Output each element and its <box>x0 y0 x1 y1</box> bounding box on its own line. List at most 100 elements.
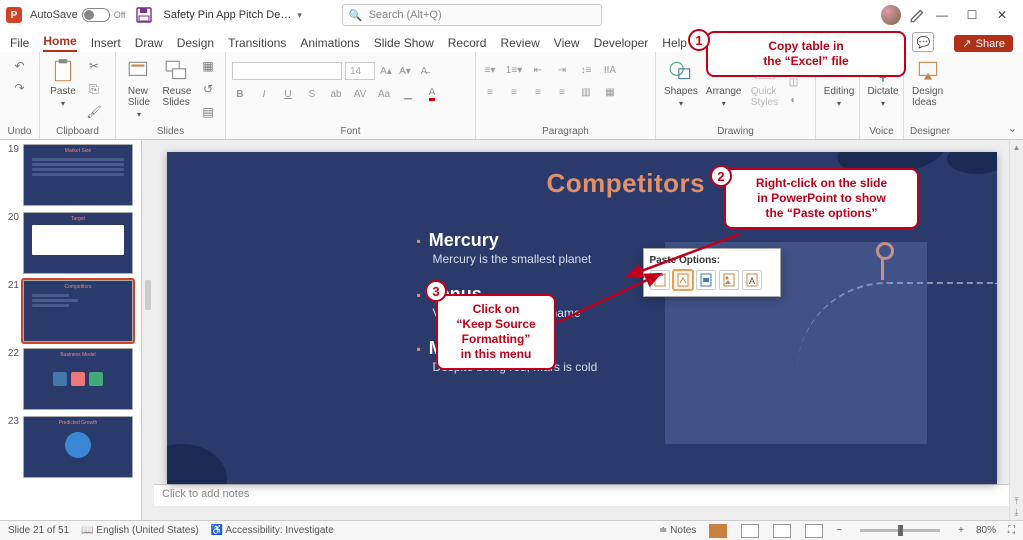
section-button[interactable]: ▤ <box>198 102 218 122</box>
tab-draw[interactable]: Draw <box>135 36 163 52</box>
indent-left-button[interactable]: ⇤ <box>530 62 546 78</box>
comments-button[interactable]: 💬 <box>912 32 934 52</box>
slide-thumbnails[interactable]: 19 Market Size 20 Target 21 Competitors … <box>0 140 142 520</box>
bullets-button[interactable]: ≡▾ <box>482 62 498 78</box>
change-case-button[interactable]: Aa <box>376 86 392 102</box>
char-spacing-button[interactable]: AV <box>352 86 368 102</box>
reading-view-button[interactable] <box>773 524 791 538</box>
align-right-button[interactable]: ≡ <box>530 84 546 100</box>
bold-button[interactable]: B <box>232 86 248 102</box>
line-spacing-button[interactable]: ↕≡ <box>578 62 594 78</box>
tab-insert[interactable]: Insert <box>91 36 121 52</box>
align-left-button[interactable]: ≡ <box>482 84 498 100</box>
user-avatar[interactable] <box>881 5 901 25</box>
tab-record[interactable]: Record <box>448 36 487 52</box>
text-direction-button[interactable]: IIA <box>602 62 618 78</box>
font-color-button[interactable]: A <box>424 86 440 102</box>
paste-keep-source-formatting[interactable] <box>673 270 693 290</box>
paste-text-only[interactable]: A <box>742 270 762 290</box>
justify-button[interactable]: ≡ <box>554 84 570 100</box>
indent-right-button[interactable]: ⇥ <box>554 62 570 78</box>
layout-button[interactable]: ▦ <box>198 56 218 76</box>
zoom-in-button[interactable]: + <box>958 525 964 536</box>
fit-to-window-button[interactable]: ⛶ <box>1008 525 1015 536</box>
decrease-font-button[interactable]: A▾ <box>397 63 413 79</box>
format-painter-button[interactable]: 🖌 <box>84 102 104 122</box>
underline-button[interactable]: U <box>280 86 296 102</box>
scroll-up-icon[interactable]: ▴ <box>1014 142 1019 153</box>
shape-effects-button[interactable]: ◐ <box>786 92 802 108</box>
pen-mode-icon[interactable] <box>909 6 927 24</box>
search-input[interactable]: 🔍 Search (Alt+Q) <box>342 4 602 26</box>
cut-button[interactable]: ✂ <box>84 56 104 76</box>
smartart-button[interactable]: ▦ <box>602 84 618 100</box>
paste-embed[interactable] <box>696 270 716 290</box>
group-clipboard-label: Clipboard <box>46 124 109 139</box>
save-icon[interactable] <box>136 7 152 23</box>
undo-button[interactable]: ↶ <box>10 56 30 76</box>
close-button[interactable]: ✕ <box>987 8 1017 22</box>
thumbnail-19[interactable]: 19 Market Size <box>5 144 136 206</box>
zoom-out-button[interactable]: − <box>836 525 842 536</box>
tab-animations[interactable]: Animations <box>300 36 359 52</box>
copy-button[interactable]: ⎘ <box>84 79 104 99</box>
maximize-button[interactable]: ☐ <box>957 8 987 22</box>
collapse-ribbon-button[interactable]: ⌄ <box>1008 122 1017 135</box>
clear-formatting-button[interactable]: A̶ <box>416 63 432 79</box>
document-name[interactable]: Safety Pin App Pitch De… <box>164 9 292 21</box>
thumbnail-21[interactable]: 21 Competitors <box>5 280 136 342</box>
new-slide-button[interactable]: New Slide▾ <box>122 56 156 121</box>
reset-button[interactable]: ↺ <box>198 79 218 99</box>
pane-splitter[interactable] <box>142 140 154 520</box>
reuse-slides-button[interactable]: Reuse Slides <box>160 56 194 110</box>
highlight-button[interactable]: ▁ <box>400 86 416 102</box>
align-center-button[interactable]: ≡ <box>506 84 522 100</box>
slide-title[interactable]: Competitors <box>547 168 706 199</box>
toggle-switch[interactable] <box>82 8 110 22</box>
tab-design[interactable]: Design <box>177 36 214 52</box>
tab-slideshow[interactable]: Slide Show <box>374 36 434 52</box>
strikethrough-button[interactable]: S <box>304 86 320 102</box>
design-ideas-button[interactable]: Design Ideas <box>910 56 945 110</box>
notes-toggle[interactable]: ≐ Notes <box>659 525 696 536</box>
accessibility-status[interactable]: ♿ Accessibility: Investigate <box>211 525 334 536</box>
slideshow-view-button[interactable] <box>805 524 823 538</box>
increase-font-button[interactable]: A▴ <box>378 63 394 79</box>
autosave-toggle[interactable]: AutoSave Off <box>30 8 126 22</box>
normal-view-button[interactable] <box>709 524 727 538</box>
redo-button[interactable]: ↷ <box>10 78 30 98</box>
share-button[interactable]: ↗Share <box>954 35 1013 52</box>
next-slide-icon[interactable]: ⤓ <box>1015 507 1019 518</box>
numbering-button[interactable]: 1≡▾ <box>506 62 522 78</box>
shadow-button[interactable]: ab <box>328 86 344 102</box>
zoom-level[interactable]: 80% <box>976 525 996 536</box>
tab-help[interactable]: Help <box>662 36 687 52</box>
prev-slide-icon[interactable]: ⤒ <box>1015 496 1019 507</box>
annotation-number-2: 2 <box>710 165 732 187</box>
sorter-view-button[interactable] <box>741 524 759 538</box>
vertical-scrollbar[interactable]: ▴ ⤒ ⤓ <box>1009 140 1023 520</box>
notes-pane[interactable]: Click to add notes <box>154 484 1009 506</box>
thumbnail-23[interactable]: 23 Predicted Growth <box>5 416 136 478</box>
tab-developer[interactable]: Developer <box>594 36 649 52</box>
tab-home[interactable]: Home <box>43 34 76 52</box>
thumbnail-20[interactable]: 20 Target <box>5 212 136 274</box>
tab-review[interactable]: Review <box>500 36 539 52</box>
font-size-dropdown[interactable]: 14 <box>345 62 375 80</box>
paste-use-destination-theme[interactable] <box>650 270 670 290</box>
paste-button[interactable]: Paste ▾ <box>46 56 80 110</box>
shapes-button[interactable]: Shapes▾ <box>662 56 700 110</box>
tab-transitions[interactable]: Transitions <box>228 36 286 52</box>
tab-view[interactable]: View <box>554 36 580 52</box>
minimize-button[interactable]: — <box>927 8 957 22</box>
document-dropdown-icon[interactable]: ▾ <box>297 10 302 21</box>
slide-counter[interactable]: Slide 21 of 51 <box>8 525 69 536</box>
thumbnail-22[interactable]: 22 Business Model <box>5 348 136 410</box>
language-status[interactable]: 📖 English (United States) <box>81 525 199 536</box>
font-family-dropdown[interactable] <box>232 62 342 80</box>
zoom-slider[interactable] <box>860 529 940 532</box>
columns-button[interactable]: ▥ <box>578 84 594 100</box>
italic-button[interactable]: I <box>256 86 272 102</box>
paste-picture[interactable] <box>719 270 739 290</box>
tab-file[interactable]: File <box>10 36 29 52</box>
